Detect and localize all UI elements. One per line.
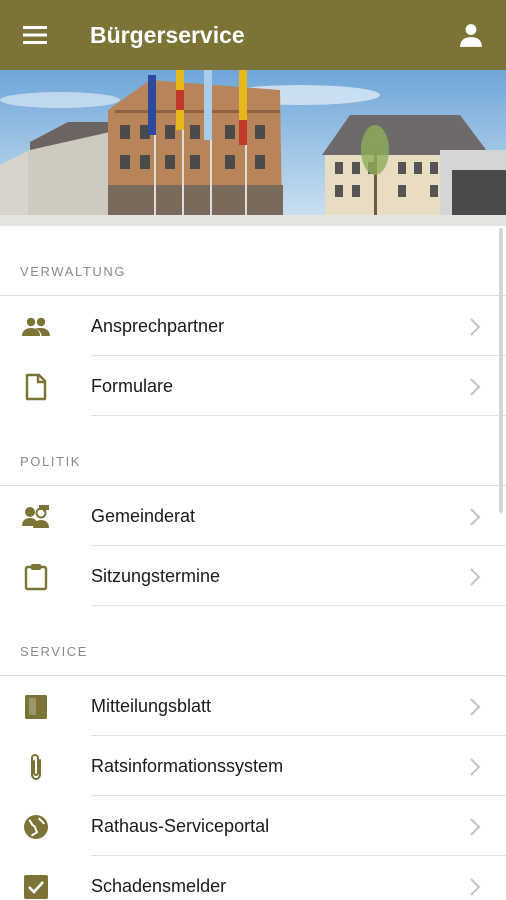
globe-icon [20,813,52,841]
list-item-rathaus-serviceportal[interactable]: Rathaus-Serviceportal [0,796,506,856]
book-icon [20,693,52,721]
chevron-right-icon [470,818,481,836]
chevron-right-icon [470,878,481,896]
list-item-label: Ansprechpartner [91,315,225,336]
people-icon [20,313,52,341]
section-title: SERVICE [20,644,89,659]
clipboard-icon [20,563,52,591]
list-item-label: Gemeinderat [91,505,196,526]
chevron-right-icon [470,698,481,716]
group-chat-icon [20,503,52,531]
list-item-gemeinderat[interactable]: Gemeinderat [0,486,506,546]
list-item-sitzungstermine[interactable]: Sitzungstermine [0,546,506,606]
list-item-label: Schadensmelder [91,875,227,896]
section-header-politik: POLITIK [0,416,506,485]
account-button[interactable] [436,0,506,70]
document-icon [20,373,52,401]
chevron-right-icon [470,318,481,336]
list-item-mitteilungsblatt[interactable]: Mitteilungsblatt [0,676,506,736]
list-item-ratsinformationssystem[interactable]: Ratsinformationssystem [0,736,506,796]
checkbox-icon [20,873,52,900]
section-header-verwaltung: VERWALTUNG [0,226,506,295]
list-item-label: Rathaus-Serviceportal [91,815,270,836]
menu-list: VERWALTUNG Ansprechpartner Formulare POL… [0,226,506,900]
chevron-right-icon [470,378,481,396]
section-title: VERWALTUNG [20,264,127,279]
list-item-label: Sitzungstermine [91,565,221,586]
chevron-right-icon [470,758,481,776]
list-item-label: Ratsinformationssystem [91,755,284,776]
scrollbar[interactable] [499,228,503,513]
paperclip-icon [20,753,52,781]
chevron-right-icon [470,508,481,526]
hero-image-town-hall [0,70,506,226]
list-item-label: Mitteilungsblatt [91,695,212,716]
section-header-service: SERVICE [0,606,506,675]
chevron-right-icon [470,568,481,586]
app-bar: Bürgerservice [0,0,506,70]
list-item-label: Formulare [91,375,174,396]
list-item-formulare[interactable]: Formulare [0,356,506,416]
app-title: Bürgerservice [90,21,245,48]
section-title: POLITIK [20,454,82,469]
menu-button[interactable] [0,0,70,70]
menu-icon [23,26,47,44]
person-icon [460,24,482,47]
list-item-ansprechpartner[interactable]: Ansprechpartner [0,296,506,356]
list-item-schadensmelder[interactable]: Schadensmelder [0,856,506,900]
